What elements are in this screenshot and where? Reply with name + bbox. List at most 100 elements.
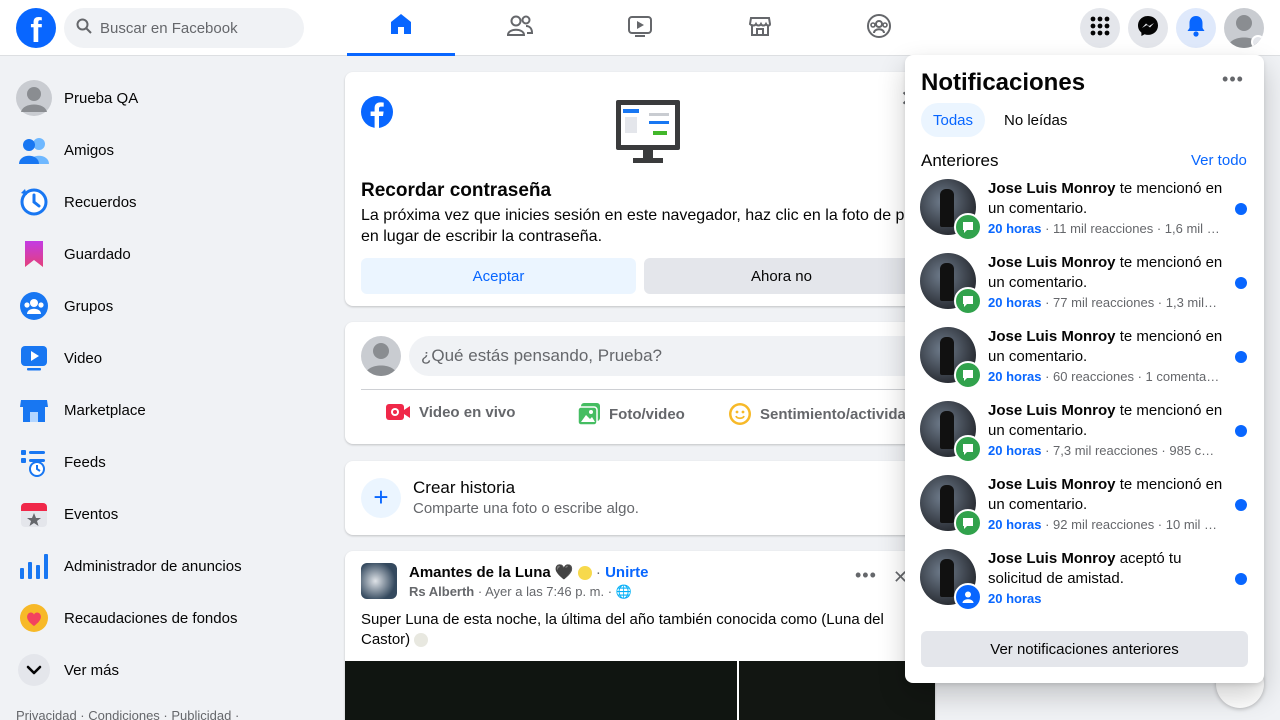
live-video-button[interactable]: Video en vivo — [385, 402, 515, 422]
unread-dot — [1235, 277, 1247, 289]
feeling-activity-button[interactable]: Sentimiento/actividad — [728, 402, 915, 426]
default-user-icon — [365, 343, 397, 376]
home-icon — [389, 12, 413, 41]
post-subheader: Rs Alberth · Ayer a las 7:46 p. m. · 🌐 — [409, 584, 632, 600]
sidebar-item-memories[interactable]: Recuerdos — [8, 176, 328, 228]
notification-stats: · 7,3 mil reacciones · 985 comentarios — [1045, 443, 1220, 458]
post-body: Super Luna de esta noche, la última del … — [361, 611, 884, 648]
see-all-link[interactable]: Ver todo — [1191, 152, 1247, 169]
sidebar-item-label: Prueba QA — [64, 89, 139, 107]
sidebar-item-ads-manager[interactable]: Administrador de anuncios — [8, 540, 328, 592]
notification-item[interactable]: Jose Luis Monroy te mencionó en un comen… — [913, 327, 1256, 399]
facebook-logo-letter: f — [30, 12, 42, 48]
tab-groups[interactable] — [825, 0, 933, 56]
notification-item[interactable]: Jose Luis Monroy aceptó tu solicitud de … — [913, 549, 1256, 621]
moon-emoji-icon — [577, 566, 592, 581]
unread-dot — [1235, 425, 1247, 437]
notifications-button[interactable] — [1176, 8, 1216, 48]
chevron-down-icon — [1251, 35, 1264, 48]
smiley-icon — [729, 403, 751, 425]
feed-post-card: Amantes de la Luna 🖤 · Unirte Rs Alberth… — [345, 551, 935, 720]
unread-dot — [1235, 573, 1247, 585]
notification-actor: Jose Luis Monroy — [988, 550, 1116, 567]
notifications-panel: Notificaciones ••• Todas No leídas Anter… — [905, 55, 1264, 683]
not-now-button[interactable]: Ahora no — [644, 258, 919, 294]
notification-meta: 20 horas · 11 mil reacciones · 1,6 mil c… — [988, 221, 1220, 236]
separator-dot: · — [607, 584, 613, 599]
composer-placeholder: ¿Qué estás pensando, Prueba? — [421, 346, 662, 365]
whats-on-your-mind-input[interactable]: ¿Qué estás pensando, Prueba? — [409, 336, 935, 376]
section-title: Anteriores — [921, 151, 999, 170]
notification-text: Jose Luis Monroy aceptó tu solicitud de … — [988, 549, 1228, 589]
sidebar-item-saved[interactable]: Guardado — [8, 228, 328, 280]
sidebar-item-label: Marketplace — [64, 401, 146, 419]
see-previous-notifications-button[interactable]: Ver notificaciones anteriores — [921, 631, 1248, 667]
feeling-activity-label: Sentimiento/actividad — [760, 405, 916, 423]
remember-title: Recordar contraseña — [361, 180, 552, 201]
live-video-icon — [386, 404, 410, 420]
separator-dot: · — [477, 584, 483, 599]
search-input[interactable] — [100, 19, 290, 37]
sidebar-item-events[interactable]: Eventos — [8, 488, 328, 540]
avatar — [361, 336, 401, 376]
tab-home[interactable] — [347, 0, 455, 56]
notification-actor: Jose Luis Monroy — [988, 180, 1116, 197]
filter-all[interactable]: Todas — [921, 103, 986, 137]
notification-text: Jose Luis Monroy te mencionó en un comen… — [988, 475, 1228, 515]
account-avatar[interactable] — [1224, 8, 1264, 48]
join-link[interactable]: Unirte — [605, 564, 648, 581]
facebook-logo-icon — [361, 96, 393, 133]
group-avatar[interactable] — [361, 563, 397, 599]
fundraiser-heart-icon — [16, 600, 52, 636]
comment-badge-icon — [954, 509, 982, 537]
create-story-card[interactable]: + Crear historia Comparte una foto o esc… — [345, 461, 935, 535]
sidebar-item-video[interactable]: Video — [8, 332, 328, 384]
story-subtitle: Comparte una foto o escribe algo. — [413, 500, 639, 517]
post-author[interactable]: Rs Alberth — [409, 584, 474, 599]
more-options-icon[interactable]: ••• — [855, 565, 877, 586]
tab-friends[interactable] — [466, 0, 574, 56]
notification-stats: · 11 mil reacciones · 1,6 mil comentario… — [1045, 221, 1220, 236]
messenger-button[interactable] — [1128, 8, 1168, 48]
group-name[interactable]: Amantes de la Luna — [409, 564, 551, 581]
separator-dot: · — [595, 564, 601, 581]
sidebar-item-fundraisers[interactable]: Recaudaciones de fondos — [8, 592, 328, 644]
post-time[interactable]: Ayer a las 7:46 p. m. — [485, 584, 604, 599]
story-title: Crear historia — [413, 478, 516, 497]
accept-button[interactable]: Aceptar — [361, 258, 636, 294]
tab-watch[interactable] — [586, 0, 694, 56]
bell-icon — [1186, 15, 1206, 42]
notification-item[interactable]: Jose Luis Monroy te mencionó en un comen… — [913, 475, 1256, 547]
sidebar-item-see-more[interactable]: Ver más — [8, 644, 328, 696]
sidebar-item-label: Grupos — [64, 297, 114, 315]
sidebar-item-feeds[interactable]: Feeds — [8, 436, 328, 488]
footer-links[interactable]: Privacidad · Condiciones · Publicidad · — [16, 708, 239, 720]
sidebar-item-label: Feeds — [64, 453, 106, 471]
notification-text: Jose Luis Monroy te mencionó en un comen… — [988, 179, 1228, 219]
notifications-title: Notificaciones — [921, 69, 1086, 96]
more-options-icon[interactable]: ••• — [1217, 69, 1249, 97]
facebook-logo[interactable]: f — [16, 8, 56, 48]
search-icon — [76, 18, 92, 39]
filter-unread[interactable]: No leídas — [992, 103, 1079, 137]
notification-actor: Jose Luis Monroy — [988, 402, 1116, 419]
sidebar-item-groups[interactable]: Grupos — [8, 280, 328, 332]
sidebar-item-marketplace[interactable]: Marketplace — [8, 384, 328, 436]
search-box[interactable] — [64, 8, 304, 48]
tab-marketplace[interactable] — [706, 0, 814, 56]
notification-item[interactable]: Jose Luis Monroy te mencionó en un comen… — [913, 253, 1256, 325]
notification-time: 20 horas — [988, 591, 1042, 606]
sidebar-item-friends[interactable]: Amigos — [8, 124, 328, 176]
comment-badge-icon — [954, 287, 982, 315]
sidebar-item-label: Guardado — [64, 245, 131, 263]
post-image-left[interactable] — [345, 661, 737, 720]
sidebar-item-profile[interactable]: Prueba QA — [8, 72, 328, 124]
groups-icon — [866, 13, 892, 44]
remember-body: La próxima vez que inicies sesión en est… — [361, 207, 931, 245]
live-video-label: Video en vivo — [419, 403, 516, 421]
notification-actor: Jose Luis Monroy — [988, 328, 1116, 345]
notification-item[interactable]: Jose Luis Monroy te mencionó en un comen… — [913, 401, 1256, 473]
photo-video-button[interactable]: Foto/video — [577, 402, 685, 426]
notification-item[interactable]: Jose Luis Monroy te mencionó en un comen… — [913, 179, 1256, 251]
menu-button[interactable] — [1080, 8, 1120, 48]
